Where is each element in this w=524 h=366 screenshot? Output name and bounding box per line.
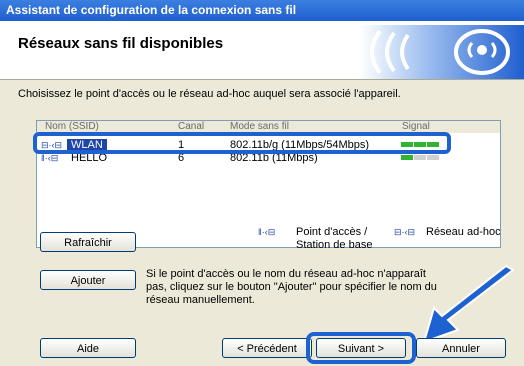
cancel-button[interactable]: Annuler (416, 338, 506, 358)
selection-highlight (33, 132, 451, 154)
column-channel[interactable]: Canal (178, 121, 204, 132)
header: Réseaux sans fil disponibles (0, 21, 524, 80)
add-button[interactable]: Ajouter (40, 270, 136, 290)
dialog-body: Choisissez le point d'accès ou le réseau… (0, 80, 524, 366)
window-title: Assistant de configuration de la connexi… (0, 0, 524, 21)
signal-bar (414, 155, 426, 160)
column-mode[interactable]: Mode sans fil (230, 121, 289, 132)
back-button[interactable]: < Précédent (222, 338, 312, 358)
column-signal[interactable]: Signal (402, 121, 430, 132)
page-title: Réseaux sans fil disponibles (18, 35, 224, 52)
help-button[interactable]: Aide (40, 338, 136, 358)
instruction-text: Choisissez le point d'accès ou le réseau… (18, 88, 401, 100)
wireless-logo-icon (360, 25, 524, 79)
next-button-highlight (306, 332, 416, 364)
adhoc-legend-icon: ⊟·‹⊟ (394, 227, 416, 237)
access-point-icon: ‖·‹⊟ (41, 153, 59, 163)
adhoc-legend-label: Réseau ad-hoc (426, 226, 501, 238)
help-note: Si le point d'accès ou le nom du réseau … (146, 268, 437, 306)
signal-bar (427, 155, 439, 160)
refresh-button[interactable]: Rafraîchir (40, 232, 136, 252)
access-point-legend-label: Point d'accès / Station de base (296, 226, 373, 251)
signal-bar (401, 155, 413, 160)
pointer-arrow-icon (422, 264, 515, 344)
access-point-legend-icon: ‖·‹⊟ (258, 227, 276, 237)
column-name[interactable]: Nom (SSID) (45, 121, 99, 132)
